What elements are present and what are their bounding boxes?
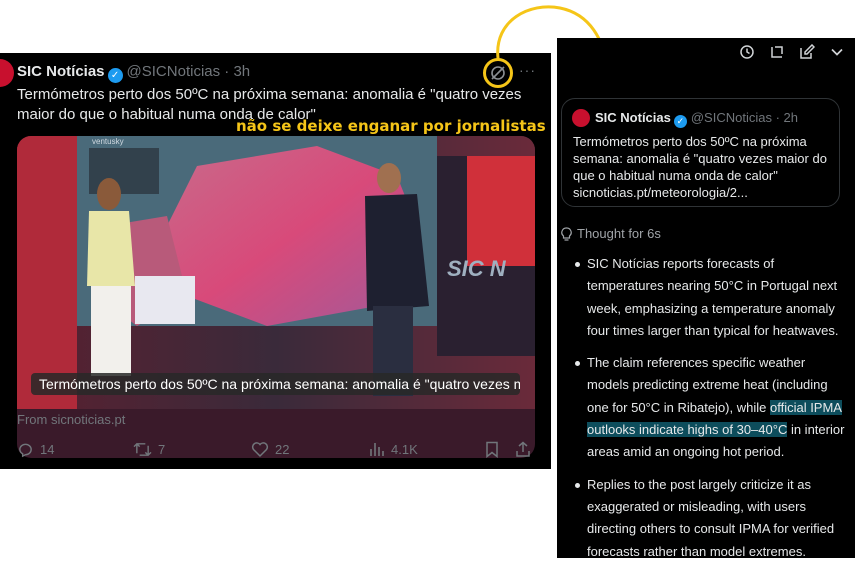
share-button[interactable] bbox=[515, 441, 531, 458]
verified-badge-icon: ✓ bbox=[673, 115, 687, 128]
quoted-post-header: SIC Notícias ✓ @SICNoticias · 2h bbox=[595, 110, 798, 128]
author-handle: @SICNoticias bbox=[690, 110, 772, 125]
grok-panel: SIC Notícias ✓ @SICNoticias · 2h Termómetr… bbox=[557, 38, 855, 559]
like-button[interactable]: 22 bbox=[251, 441, 289, 458]
reply-count: 14 bbox=[40, 442, 55, 457]
bookmark-button[interactable] bbox=[485, 441, 499, 458]
quoted-post[interactable]: SIC Notícias ✓ @SICNoticias · 2h Termómetr… bbox=[561, 98, 840, 207]
chevron-down-icon[interactable] bbox=[829, 44, 845, 60]
tweet-age[interactable]: 3h bbox=[233, 63, 250, 80]
bookmark-icon bbox=[486, 441, 498, 458]
author-name: SIC Notícias bbox=[595, 110, 671, 125]
tweet-actions: 14 7 22 4.1K bbox=[17, 441, 537, 461]
tweet-header: SIC Notícias ✓ @SICNoticias · 3h bbox=[17, 63, 251, 83]
tweet-video[interactable]: SIC N ventusky Termómetros perto dos 50º… bbox=[17, 136, 535, 458]
author-handle[interactable]: @SICNoticias bbox=[127, 63, 221, 80]
grok-answer-list: SIC Notícias reports forecasts of temper… bbox=[575, 253, 845, 573]
quoted-post-text: Termómetros perto dos 50ºC na próxima se… bbox=[573, 134, 827, 200]
views-chart-icon bbox=[370, 443, 384, 456]
list-item: The claim references specific weather mo… bbox=[575, 352, 845, 463]
view-count: 4.1K bbox=[391, 441, 418, 457]
author-name[interactable]: SIC Notícias bbox=[17, 63, 105, 80]
annotation-overlay-text: não se deixe enganar por jornalistas bbox=[236, 117, 546, 135]
video-bg-logo-text: SIC N bbox=[447, 256, 507, 281]
list-item: Replies to the post largely criticize it… bbox=[575, 474, 845, 563]
grok-toolbar bbox=[739, 44, 845, 60]
history-icon[interactable] bbox=[739, 44, 755, 60]
lightbulb-icon bbox=[561, 226, 572, 241]
reply-button[interactable]: 14 bbox=[17, 441, 54, 458]
new-chat-icon[interactable] bbox=[769, 44, 785, 60]
views-button[interactable]: 4.1K bbox=[369, 441, 418, 457]
avatar[interactable] bbox=[0, 59, 14, 87]
verified-badge-icon: ✓ bbox=[107, 68, 123, 83]
like-count: 22 bbox=[275, 442, 290, 457]
repost-icon bbox=[133, 442, 152, 457]
repost-count: 7 bbox=[158, 442, 166, 457]
tweet-card[interactable]: SIC Notícias ✓ @SICNoticias · 3h ··· Termó… bbox=[0, 53, 551, 469]
post-age: 2h bbox=[783, 110, 798, 125]
heart-icon bbox=[251, 442, 269, 458]
thought-indicator[interactable]: Thought for 6s bbox=[561, 226, 661, 241]
video-caption: Termómetros perto dos 50ºC na próxima se… bbox=[31, 373, 520, 395]
share-icon bbox=[516, 441, 530, 457]
repost-button[interactable]: 7 bbox=[133, 441, 165, 458]
source-link[interactable]: From sicnoticias.pt bbox=[17, 412, 125, 427]
video-frame: SIC N ventusky bbox=[17, 136, 535, 409]
video-map-brand: ventusky bbox=[92, 137, 124, 146]
thought-label: Thought for 6s bbox=[577, 226, 661, 241]
avatar bbox=[572, 109, 590, 127]
reply-icon bbox=[19, 443, 32, 458]
list-item: SIC Notícias reports forecasts of temper… bbox=[575, 253, 845, 342]
edit-icon[interactable] bbox=[799, 44, 815, 60]
